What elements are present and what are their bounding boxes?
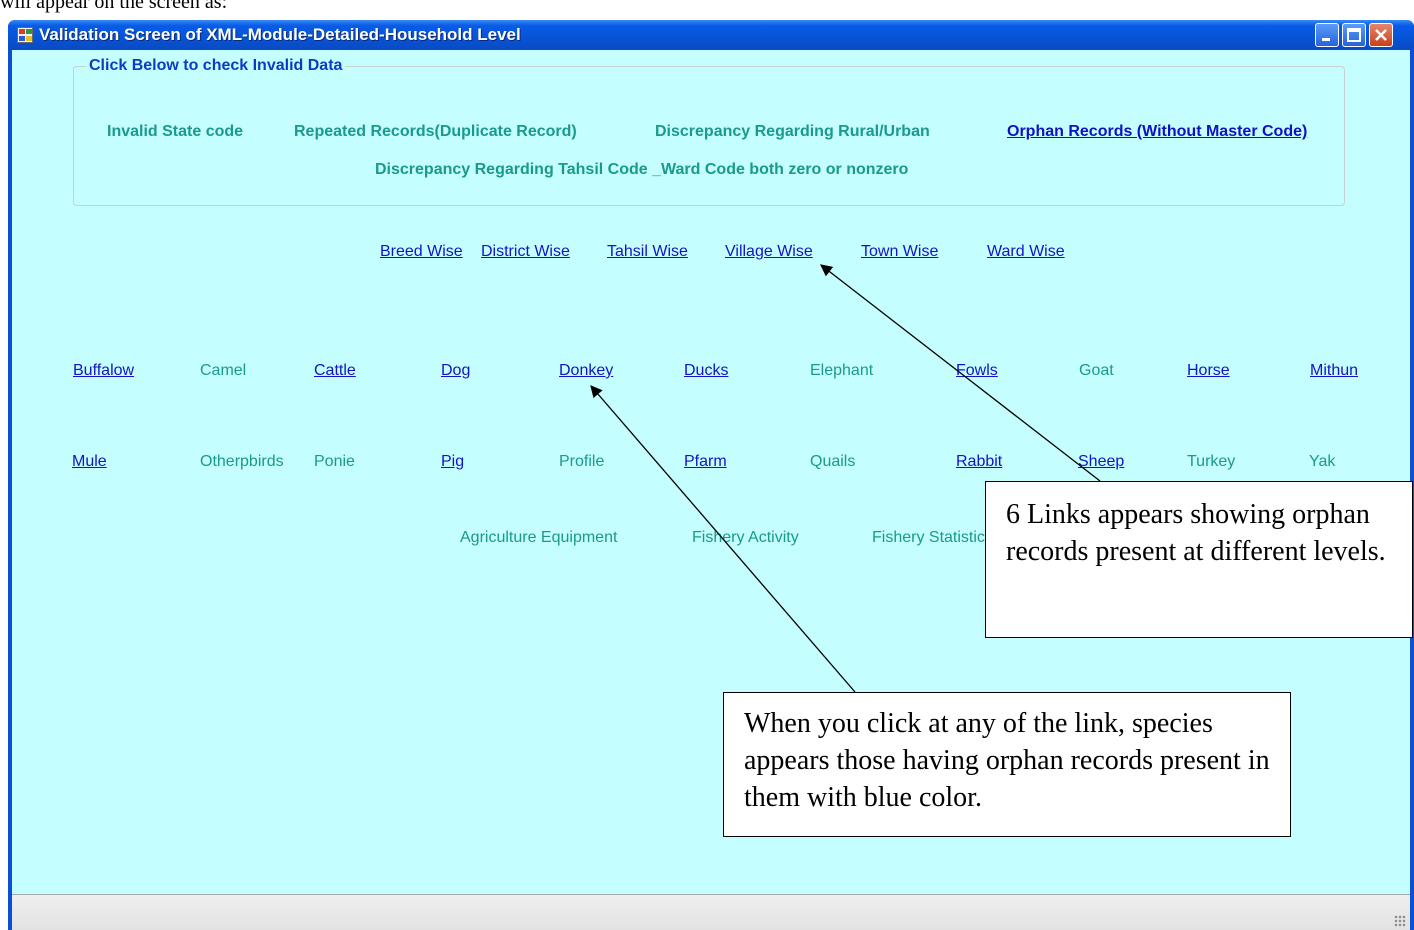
- species-callout: When you click at any of the link, speci…: [723, 692, 1291, 837]
- species-arrow: [590, 385, 856, 693]
- levels-arrow: [820, 264, 1101, 482]
- levels-callout: 6 Links appears showing orphan records p…: [985, 481, 1413, 638]
